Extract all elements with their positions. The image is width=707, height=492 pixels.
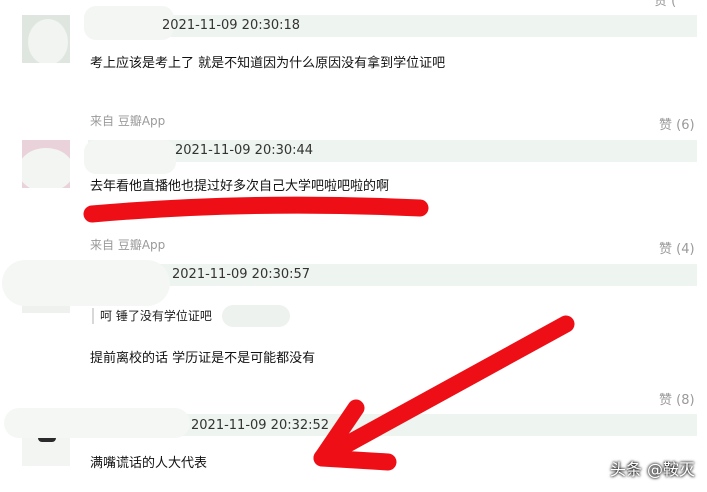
comment-timestamp: 2021-11-09 20:30:18 <box>162 18 301 33</box>
comment-text: 满嘴谎话的人大代表 <box>90 456 208 471</box>
avatar[interactable] <box>22 15 70 63</box>
comment-source[interactable]: 来自 豆瓣App <box>90 112 165 129</box>
like-button[interactable]: 赞 (6) <box>659 114 695 133</box>
comment-timestamp: 2021-11-09 20:30:57 <box>172 267 311 282</box>
comment-text: 去年看他直播他也提过好多次自己大学吧啦吧啦的啊 <box>90 179 390 194</box>
redacted-quote-author <box>222 305 290 327</box>
redacted-username <box>4 408 190 438</box>
comment-timestamp: 2021-11-09 20:32:52 <box>191 418 330 433</box>
red-arrow-shaft <box>313 315 575 467</box>
like-button-cropped[interactable]: 赞 ( <box>654 0 676 9</box>
redacted-username <box>84 6 174 40</box>
like-button[interactable]: 赞 (8) <box>659 389 695 408</box>
comment-text: 考上应该是考上了 就是不知道因为什么原因没有拿到学位证吧 <box>90 56 446 71</box>
comment-source[interactable]: 来自 豆瓣App <box>90 236 165 253</box>
comment-text: 提前离校的话 学历证是不是可能都没有 <box>90 351 316 366</box>
red-underline-stroke <box>83 196 429 223</box>
redacted-username <box>2 260 170 306</box>
quoted-comment: 呵 锤了没有学位证吧 <box>92 308 212 324</box>
watermark-text: 头条 @鞍灭 <box>609 460 695 479</box>
like-button[interactable]: 赞 (4) <box>659 238 695 257</box>
redacted-username <box>84 140 176 174</box>
avatar[interactable] <box>22 140 70 188</box>
comment-timestamp: 2021-11-09 20:30:44 <box>175 143 314 158</box>
